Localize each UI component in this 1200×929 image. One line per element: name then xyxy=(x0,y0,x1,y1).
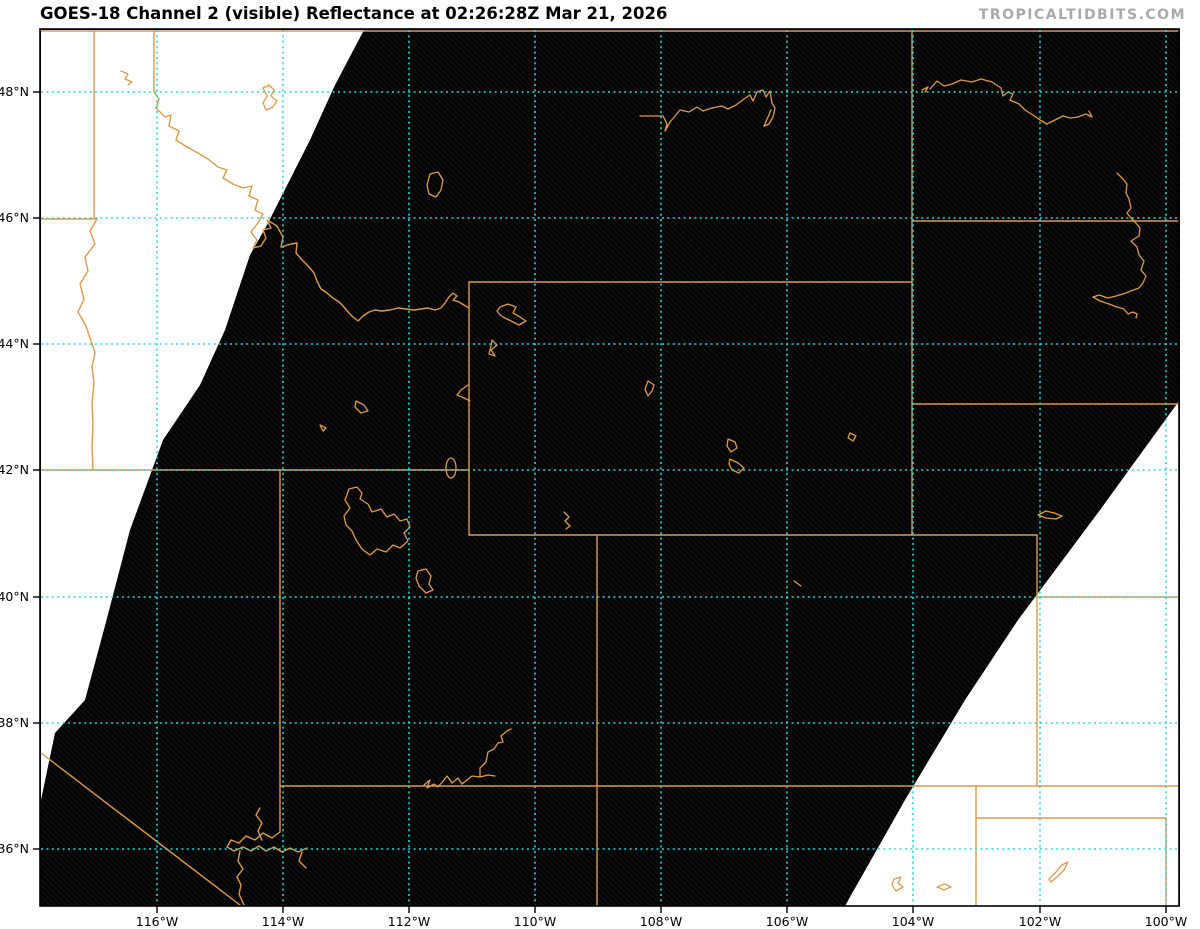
lon-label-100w: 100°W xyxy=(1145,914,1187,929)
lon-label-112w: 112°W xyxy=(388,914,430,929)
lat-label-44n: 44°N xyxy=(0,336,29,351)
lat-label-42n: 42°N xyxy=(0,462,29,477)
lon-label-108w: 108°W xyxy=(640,914,682,929)
lon-label-110w: 110°W xyxy=(514,914,556,929)
lon-label-104w: 104°W xyxy=(892,914,934,929)
lat-label-36n: 36°N xyxy=(0,841,29,856)
lon-label-102w: 102°W xyxy=(1019,914,1061,929)
lat-label-38n: 38°N xyxy=(0,715,29,730)
map-canvas: 48°N 46°N 44°N 42°N 40°N 38°N 36°N 116°W… xyxy=(0,28,1187,929)
lat-label-46n: 46°N xyxy=(0,210,29,225)
satellite-image-viewer: GOES-18 Channel 2 (visible) Reflectance … xyxy=(0,0,1200,929)
lon-label-106w: 106°W xyxy=(766,914,808,929)
lat-label-40n: 40°N xyxy=(0,589,29,604)
lat-label-48n: 48°N xyxy=(0,84,29,99)
lon-label-114w: 114°W xyxy=(262,914,304,929)
lon-label-116w: 116°W xyxy=(136,914,178,929)
